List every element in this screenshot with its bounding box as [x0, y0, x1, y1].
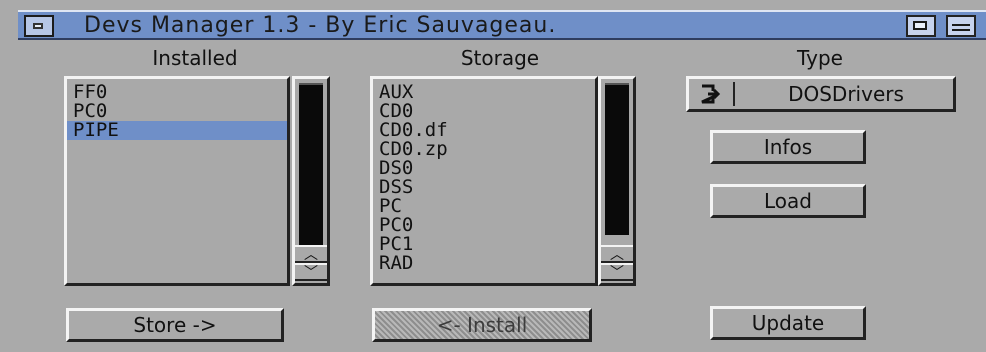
arrow-up-icon[interactable]: ︿	[601, 245, 633, 263]
close-icon[interactable]	[24, 15, 54, 37]
arrow-up-icon[interactable]: ︿	[295, 245, 327, 263]
installed-scrollbar[interactable]: ︿ ﹀	[292, 76, 330, 286]
storage-scrollbar[interactable]: ︿ ﹀	[598, 76, 636, 286]
load-button[interactable]: Load	[710, 184, 866, 218]
list-item[interactable]: DSS	[373, 178, 595, 197]
installed-label: Installed	[152, 46, 238, 70]
zoom-icon[interactable]	[906, 15, 936, 37]
devs-manager-window: Devs Manager 1.3 - By Eric Sauvageau. In…	[0, 0, 986, 352]
store-button[interactable]: Store ->	[66, 308, 284, 342]
type-label: Type	[797, 46, 843, 70]
title-bar[interactable]: Devs Manager 1.3 - By Eric Sauvageau.	[18, 10, 986, 40]
arrow-down-icon[interactable]: ﹀	[601, 263, 633, 281]
infos-button[interactable]: Infos	[710, 130, 866, 164]
list-item-selected[interactable]: PIPE	[67, 121, 287, 140]
update-button[interactable]: Update	[710, 306, 866, 340]
install-button[interactable]: <- Install	[372, 308, 592, 342]
depth-icon[interactable]	[946, 15, 976, 37]
list-item[interactable]: RAD	[373, 254, 595, 273]
window-title: Devs Manager 1.3 - By Eric Sauvageau.	[84, 13, 557, 38]
cycle-icon	[701, 84, 721, 104]
arrow-down-icon[interactable]: ﹀	[295, 263, 327, 281]
storage-label: Storage	[460, 46, 540, 70]
type-cycle-button[interactable]: DOSDrivers	[686, 76, 956, 112]
scroll-track[interactable]	[605, 83, 629, 235]
cycle-separator	[733, 82, 735, 106]
storage-list[interactable]: AUX CD0 CD0.df CD0.zp DS0 DSS PC PC0 PC1…	[370, 76, 598, 286]
installed-list[interactable]: FF0 PC0 PIPE	[64, 76, 290, 286]
scroll-track[interactable]	[299, 83, 323, 245]
type-value: DOSDrivers	[788, 82, 904, 106]
